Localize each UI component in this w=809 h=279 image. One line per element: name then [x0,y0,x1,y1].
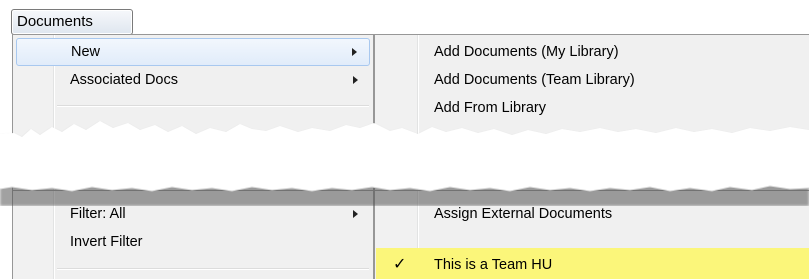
menu-item-add-documents-my-library[interactable]: Add Documents (My Library) [378,38,809,66]
chevron-right-icon [353,210,358,218]
screenshot-stage: Documents New Associated Docs Add Docume… [0,0,809,279]
chevron-right-icon [353,76,358,84]
documents-menu-button[interactable]: Documents [11,9,133,35]
menu-item-add-documents-team-library[interactable]: Add Documents (Team Library) [378,66,809,94]
menu-item-label: New [71,44,101,60]
menu-item-new[interactable]: New [16,38,370,66]
menu-item-label: This is a Team HU [434,257,553,273]
menu-item-associated-docs[interactable]: Associated Docs [16,66,370,94]
menu-item-label: Add Documents (Team Library) [434,72,635,88]
chevron-right-icon [352,48,357,56]
menu-item-label: Associated Docs [70,72,178,88]
menu-item-label: Add Documents (My Library) [434,44,619,60]
documents-menu-label: Documents [17,13,93,30]
menu-item-label: Invert Filter [70,234,143,250]
menu-item-this-is-a-team-hu[interactable]: ✓ This is a Team HU [376,248,809,279]
torn-paper-break [0,121,809,206]
checkmark-icon: ✓ [393,254,407,273]
menu-separator [57,268,369,270]
tear-gap [0,121,809,191]
menu-item-invert-filter[interactable]: Invert Filter [16,228,370,256]
